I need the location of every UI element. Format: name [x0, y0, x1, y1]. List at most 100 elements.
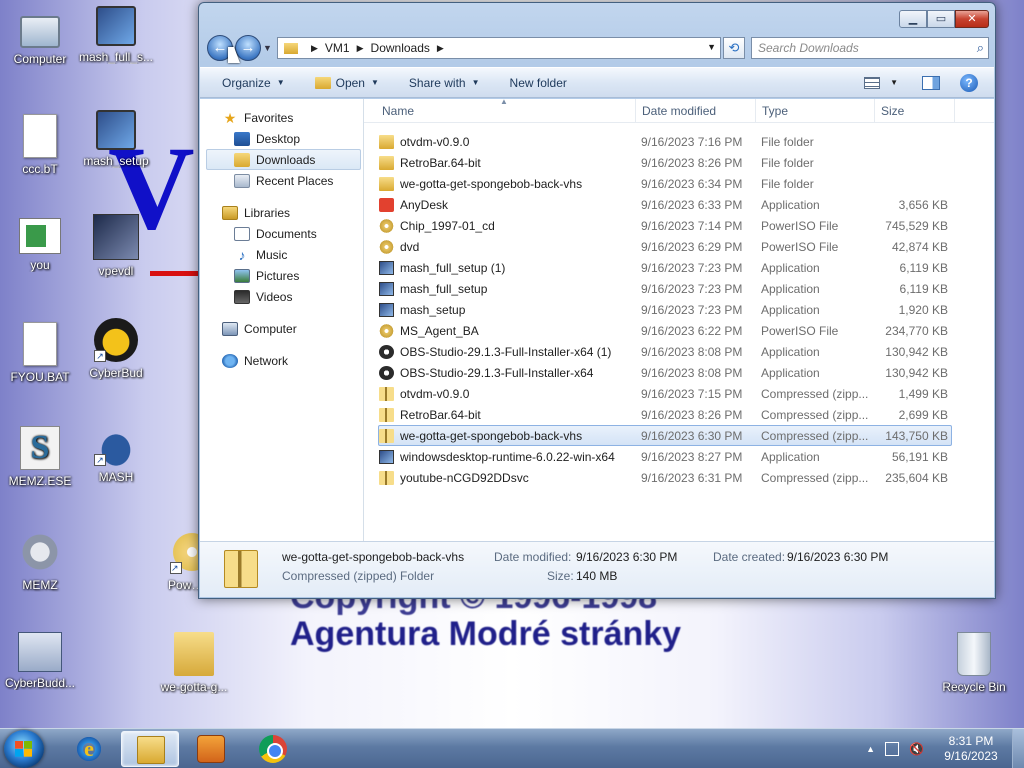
- desktop-icon-you[interactable]: you: [0, 218, 80, 272]
- desktop-icon-memz-ese[interactable]: S MEMZ.ESE: [0, 426, 80, 488]
- nav-network[interactable]: Network: [200, 350, 363, 371]
- column-date-modified[interactable]: Date modified: [636, 99, 756, 122]
- table-row[interactable]: we-gotta-get-spongebob-back-vhs 9/16/2023…: [378, 425, 952, 446]
- desktop-icon-fyou-bat[interactable]: FYOU.BAT: [0, 322, 80, 384]
- clock[interactable]: 8:31 PM 9/16/2023: [936, 734, 1006, 764]
- setup-icon: [96, 6, 136, 46]
- organize-button[interactable]: Organize ▼: [200, 76, 297, 90]
- minimize-button[interactable]: ▁: [899, 10, 927, 28]
- breadcrumb-downloads[interactable]: Downloads: [371, 41, 430, 55]
- desktop-icon-mash[interactable]: ↗ MASH: [76, 426, 156, 484]
- table-row[interactable]: AnyDesk 9/16/2023 6:33 PM Application 3,656…: [378, 194, 952, 215]
- taskbar-chrome[interactable]: [244, 731, 302, 767]
- maximize-button[interactable]: ▭: [927, 10, 955, 28]
- file-type-cell: Application: [761, 344, 820, 359]
- file-name-cell: OBS-Studio-29.1.3-Full-Installer-x64 (1): [379, 344, 637, 359]
- script-icon: S: [20, 426, 60, 470]
- show-desktop-button[interactable]: [1012, 729, 1024, 768]
- nav-music[interactable]: ♪ Music: [200, 244, 363, 265]
- address-bar[interactable]: ▶ VM1 ▶ Downloads ▶ ▼: [277, 37, 721, 59]
- desktop-icon-we-gotta[interactable]: we-gotta-g...: [154, 632, 234, 694]
- desktop-icon-mash-setup[interactable]: mash_setup: [76, 110, 156, 168]
- table-row[interactable]: otvdm-v0.9.0 9/16/2023 7:15 PM Compressed …: [378, 383, 952, 404]
- file-size-cell: 1,499 KB: [898, 386, 948, 401]
- shortcut-arrow-icon: ↗: [170, 562, 182, 574]
- mash-icon: ↗: [94, 426, 138, 466]
- breadcrumb-arrow-icon[interactable]: ▶: [357, 43, 364, 54]
- anydesk-icon: [379, 197, 394, 212]
- chevron-down-icon[interactable]: ▼: [890, 78, 898, 87]
- new-folder-button[interactable]: New folder: [492, 76, 579, 90]
- table-row[interactable]: Chip_1997-01_cd 9/16/2023 7:14 PM PowerISO…: [378, 215, 952, 236]
- file-name-cell: OBS-Studio-29.1.3-Full-Installer-x64: [379, 365, 637, 380]
- taskbar-windows-explorer[interactable]: [121, 731, 179, 767]
- search-icon[interactable]: ⌕: [977, 38, 984, 58]
- music-icon: ♪: [238, 246, 246, 263]
- table-row[interactable]: dvd 9/16/2023 6:29 PM PowerISO File 42,874 …: [378, 236, 952, 257]
- column-type[interactable]: Type: [756, 99, 875, 122]
- desktop-icon-computer[interactable]: Computer: [0, 8, 80, 66]
- nav-videos[interactable]: Videos: [200, 286, 363, 307]
- refresh-button[interactable]: ⟲: [723, 37, 745, 59]
- zip-icon: [379, 407, 394, 422]
- column-size[interactable]: Size: [875, 99, 955, 122]
- help-icon[interactable]: ?: [960, 73, 978, 92]
- share-with-button[interactable]: Share with ▼: [391, 76, 492, 90]
- breadcrumb-arrow-icon[interactable]: ▶: [311, 43, 318, 54]
- table-row[interactable]: mash_full_setup (1) 9/16/2023 7:23 PM Appl…: [378, 257, 952, 278]
- open-button[interactable]: Open ▼: [297, 76, 391, 90]
- view-options-icon[interactable]: [864, 76, 881, 89]
- recent-pages-dropdown-icon[interactable]: ▼: [263, 43, 272, 53]
- search-input[interactable]: Search Downloads ⌕: [751, 37, 989, 59]
- desktop-icon-memz[interactable]: MEMZ: [0, 530, 80, 592]
- table-row[interactable]: MS_Agent_BA 9/16/2023 6:22 PM PowerISO Fil…: [378, 320, 952, 341]
- nav-pictures[interactable]: Pictures: [200, 265, 363, 286]
- nav-desktop[interactable]: Desktop: [200, 128, 363, 149]
- zip-icon: [379, 428, 394, 443]
- window-controls: ▁ ▭ ✕: [899, 10, 989, 28]
- details-modified-label: Date modified:: [494, 550, 572, 564]
- details-size-value: 140 MB: [576, 569, 618, 583]
- table-row[interactable]: mash_setup 9/16/2023 7:23 PM Application 1,…: [378, 299, 952, 320]
- desktop-icon-ccc[interactable]: ccc.bT: [0, 114, 80, 176]
- file-type-cell: Compressed (zipp...: [761, 428, 869, 443]
- table-row[interactable]: we-gotta-get-spongebob-back-vhs 9/16/2023…: [378, 173, 952, 194]
- column-headers: ▲ Name Date modified Type Size: [364, 97, 994, 123]
- desktop-icon-vpevdl[interactable]: vpevdl: [76, 214, 156, 278]
- nav-recent-places[interactable]: Recent Places: [200, 170, 363, 191]
- file-type-cell: Application: [761, 365, 820, 380]
- file-name-cell: we-gotta-get-spongebob-back-vhs: [379, 176, 637, 191]
- videos-icon: [234, 289, 250, 304]
- table-row[interactable]: windowsdesktop-runtime-6.0.22-win-x64 9/1…: [378, 446, 952, 467]
- nav-libraries[interactable]: Libraries: [200, 202, 363, 223]
- file-type-cell: Application: [761, 197, 820, 212]
- nav-computer[interactable]: Computer: [200, 318, 363, 339]
- network-status-icon[interactable]: [885, 742, 900, 756]
- nav-favorites[interactable]: ★ Favorites: [200, 107, 363, 128]
- taskbar-media-center[interactable]: [182, 731, 240, 767]
- desktop-icon-cyberbuddy[interactable]: CyberBudd...: [0, 632, 80, 690]
- preview-pane-icon[interactable]: [922, 75, 940, 90]
- taskbar-internet-explorer[interactable]: e: [60, 731, 118, 767]
- table-row[interactable]: RetroBar.64-bit 9/16/2023 8:26 PM Compress…: [378, 404, 952, 425]
- desktop-icon-recycle-bin[interactable]: Recycle Bin: [934, 632, 1014, 694]
- desktop-icon-mash-full-setup[interactable]: mash_full_s...: [76, 6, 156, 64]
- volume-muted-icon[interactable]: 🔇: [909, 742, 924, 756]
- desktop-icon-cyberbud[interactable]: ↗ CyberBud: [76, 318, 156, 380]
- table-row[interactable]: youtube-nCGD92DDsvc 9/16/2023 6:31 PM Comp…: [378, 467, 952, 488]
- table-row[interactable]: OBS-Studio-29.1.3-Full-Installer-x64 (1)…: [378, 341, 952, 362]
- show-hidden-icons-icon[interactable]: ▲: [866, 744, 875, 754]
- table-row[interactable]: RetroBar.64-bit 9/16/2023 8:26 PM File fol…: [378, 152, 952, 173]
- navigation-bar: ← → ▼ ▶ VM1 ▶ Downloads ▶ ▼ ⟲ Search Dow…: [205, 35, 989, 63]
- table-row[interactable]: otvdm-v0.9.0 9/16/2023 7:16 PM File folder: [378, 131, 952, 152]
- close-button[interactable]: ✕: [955, 10, 989, 28]
- start-button[interactable]: [4, 730, 44, 768]
- address-dropdown-icon[interactable]: ▼: [707, 42, 716, 52]
- file-name-cell: we-gotta-get-spongebob-back-vhs: [379, 428, 637, 443]
- nav-documents[interactable]: Documents: [200, 223, 363, 244]
- nav-downloads[interactable]: Downloads: [206, 149, 361, 170]
- table-row[interactable]: OBS-Studio-29.1.3-Full-Installer-x64 9/16…: [378, 362, 952, 383]
- table-row[interactable]: mash_full_setup 9/16/2023 7:23 PM Applicat…: [378, 278, 952, 299]
- breadcrumb-vm1[interactable]: VM1: [325, 41, 350, 55]
- breadcrumb-arrow-icon[interactable]: ▶: [437, 43, 444, 54]
